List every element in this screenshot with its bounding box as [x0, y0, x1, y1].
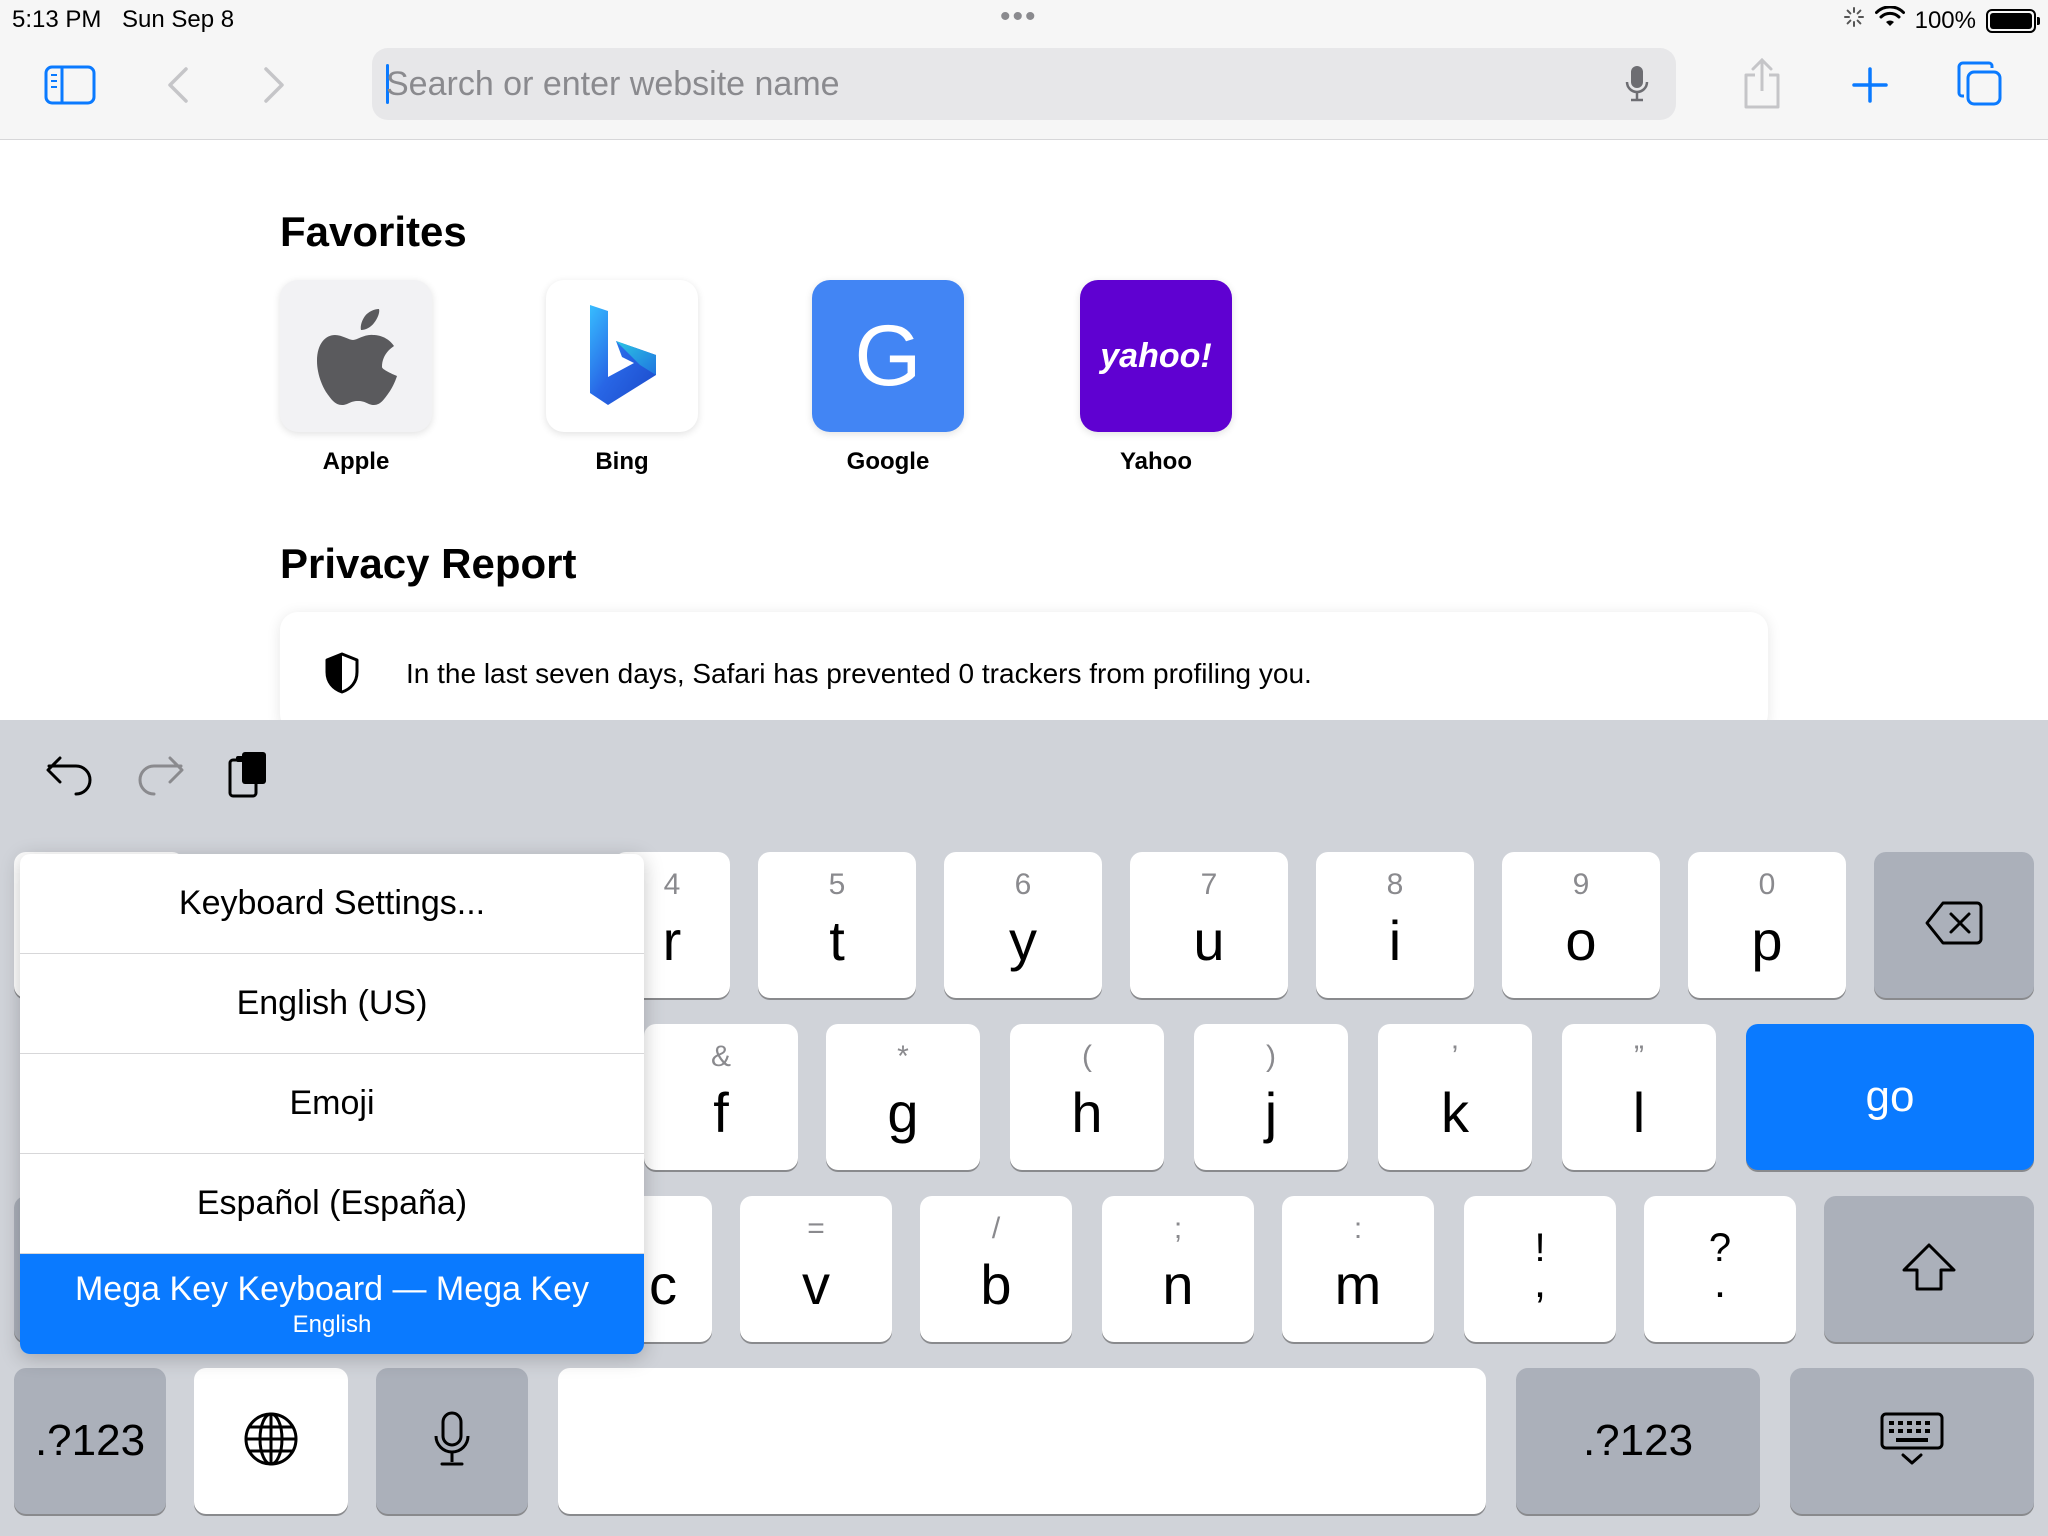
multitasking-dots[interactable]: •••: [1000, 0, 1038, 34]
search-input[interactable]: [386, 48, 1606, 120]
status-right: 100%: [1843, 5, 2040, 35]
redo-icon[interactable]: [134, 752, 186, 803]
go-key[interactable]: go: [1746, 1024, 2034, 1170]
status-date: Sun Sep 8: [122, 6, 235, 33]
menu-item-subtitle: English: [292, 1310, 372, 1338]
favorite-label: Apple: [322, 448, 390, 475]
globe-key[interactable]: [194, 1368, 348, 1514]
favorite-bing[interactable]: Bing: [544, 280, 700, 476]
delete-key[interactable]: [1874, 852, 2034, 998]
battery-icon: [1986, 8, 2040, 33]
hide-keyboard-key[interactable]: [1790, 1368, 2034, 1514]
key-f[interactable]: & f: [644, 1024, 798, 1170]
globe-icon: [243, 1411, 299, 1472]
battery-percent: 100%: [1914, 6, 1976, 34]
menu-item-mega-key-selected[interactable]: Mega Key Keyboard — Mega Key English: [20, 1254, 644, 1354]
browser-toolbar: [0, 40, 2048, 140]
microphone-icon: [432, 1410, 472, 1473]
menu-item-title: Mega Key Keyboard — Mega Key: [74, 1269, 590, 1308]
forward-chevron-icon[interactable]: [254, 60, 294, 110]
activity-spinner-icon: [1843, 6, 1865, 35]
key-h[interactable]: (h: [1010, 1024, 1164, 1170]
status-time: 5:13 PM: [12, 6, 102, 33]
privacy-report-heading: Privacy Report: [280, 540, 577, 587]
key-k[interactable]: ’ k: [1378, 1024, 1532, 1170]
dictation-mic-icon[interactable]: [1624, 64, 1650, 109]
favorite-label: Bing: [595, 448, 649, 475]
key-p[interactable]: 0p: [1688, 852, 1846, 998]
key-b[interactable]: / b: [920, 1196, 1072, 1342]
favorites-heading: Favorites: [280, 208, 467, 255]
menu-item-espanol[interactable]: Español (España): [20, 1154, 644, 1254]
address-bar[interactable]: [372, 48, 1676, 120]
key-u[interactable]: 7u: [1130, 852, 1288, 998]
apple-logo-icon: [280, 280, 432, 432]
back-chevron-icon[interactable]: [158, 60, 198, 110]
numbers-key-left[interactable]: .?123: [14, 1368, 166, 1514]
menu-item-emoji[interactable]: Emoji: [20, 1054, 644, 1154]
new-tab-plus-icon[interactable]: [1848, 60, 1892, 110]
favorite-google[interactable]: G Google: [810, 280, 966, 476]
key-y[interactable]: 6y: [944, 852, 1102, 998]
google-letter: G: [854, 307, 922, 404]
shift-key[interactable]: [1824, 1196, 2034, 1342]
key-m[interactable]: :m: [1282, 1196, 1434, 1342]
key-t[interactable]: 5t: [758, 852, 916, 998]
google-tile-icon: G: [812, 280, 964, 432]
space-bar[interactable]: [558, 1368, 1486, 1514]
yahoo-wordmark: yahoo!: [1100, 336, 1212, 375]
dictation-key[interactable]: [376, 1368, 528, 1514]
key-comma[interactable]: !,: [1464, 1196, 1616, 1342]
favorite-label: Google: [846, 448, 930, 475]
sidebar-toggle-icon[interactable]: [42, 60, 98, 110]
key-l[interactable]: ” l: [1562, 1024, 1716, 1170]
key-v[interactable]: = v: [740, 1196, 892, 1342]
delete-backspace-icon: [1925, 900, 1983, 951]
tab-overview-icon[interactable]: [1954, 58, 2006, 110]
status-bar: 5:13 PM Sun Sep 8 ••• 100%: [0, 0, 2048, 40]
key-g[interactable]: * g: [826, 1024, 980, 1170]
key-j[interactable]: ) j: [1194, 1024, 1348, 1170]
wifi-icon: [1874, 5, 1905, 35]
favorite-yahoo[interactable]: yahoo! Yahoo: [1078, 280, 1234, 476]
yahoo-tile-icon: yahoo!: [1080, 280, 1232, 432]
privacy-report-text: In the last seven days, Safari has preve…: [406, 658, 1312, 689]
key-period[interactable]: ?.: [1644, 1196, 1796, 1342]
input-mode-menu: Keyboard Settings... English (US) Emoji …: [20, 854, 644, 1354]
favorite-apple[interactable]: Apple: [278, 280, 434, 476]
menu-item-english-us[interactable]: English (US): [20, 954, 644, 1054]
keyboard-dismiss-icon: [1879, 1411, 1945, 1472]
paste-icon[interactable]: [226, 748, 272, 805]
share-icon[interactable]: [1740, 54, 1784, 114]
key-o[interactable]: 9o: [1502, 852, 1660, 998]
key-n[interactable]: ; n: [1102, 1196, 1254, 1342]
key-i[interactable]: 8i: [1316, 852, 1474, 998]
undo-icon[interactable]: [44, 752, 96, 803]
bing-logo-icon: [546, 280, 698, 432]
numbers-key-right[interactable]: .?123: [1516, 1368, 1760, 1514]
shield-icon: [324, 652, 360, 699]
favorite-label: Yahoo: [1119, 448, 1192, 475]
shift-arrow-icon: [1901, 1242, 1957, 1297]
privacy-report-card[interactable]: In the last seven days, Safari has preve…: [280, 612, 1768, 732]
menu-item-keyboard-settings[interactable]: Keyboard Settings...: [20, 854, 644, 954]
